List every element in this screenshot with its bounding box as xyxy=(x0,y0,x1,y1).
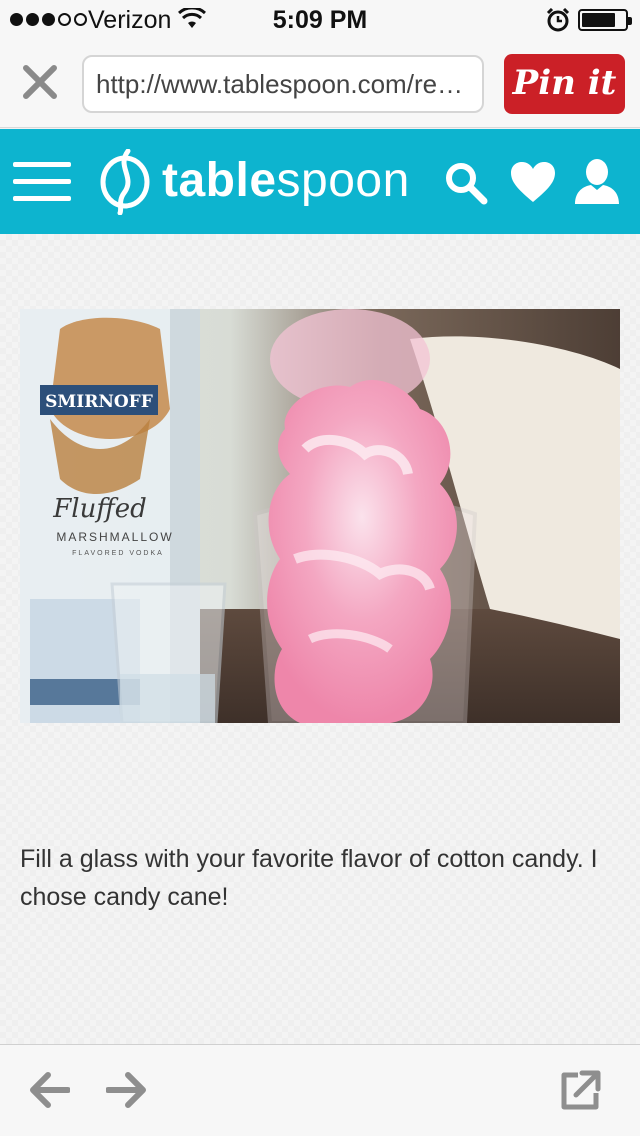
logo-text-light: spoon xyxy=(276,154,410,207)
recipe-photo: SMIRNOFF Fluffed MARSHMALLOW FLAVORED VO… xyxy=(20,309,620,723)
status-bar: Verizon 5:09 PM xyxy=(0,0,640,40)
clock: 5:09 PM xyxy=(272,6,368,34)
article-content: SMIRNOFF Fluffed MARSHMALLOW FLAVORED VO… xyxy=(0,234,640,1044)
pin-it-button[interactable]: Pin it xyxy=(504,54,625,114)
battery-icon xyxy=(578,9,632,31)
forward-arrow-icon[interactable] xyxy=(106,1072,148,1108)
site-logo[interactable]: tablespoon xyxy=(162,153,410,208)
close-icon[interactable] xyxy=(20,62,60,102)
logo-text-bold: table xyxy=(162,154,277,207)
search-icon[interactable] xyxy=(444,161,488,205)
open-external-icon[interactable] xyxy=(558,1069,602,1113)
tablespoon-logo-icon xyxy=(100,149,150,215)
bottle-line1-text: Fluffed xyxy=(52,494,147,524)
user-profile-icon[interactable] xyxy=(574,159,620,205)
browser-bottom-toolbar xyxy=(0,1044,640,1136)
site-header: tablespoon xyxy=(0,129,640,234)
url-field[interactable]: http://www.tablespoon.com/re… xyxy=(82,55,484,113)
browser-toolbar: http://www.tablespoon.com/re… Pin it xyxy=(0,40,640,128)
heart-icon[interactable] xyxy=(510,161,556,203)
back-arrow-icon[interactable] xyxy=(28,1072,70,1108)
alarm-icon xyxy=(546,8,570,32)
bottle-line2-text: MARSHMALLOW xyxy=(56,530,173,544)
cotton-candy-photo-image: SMIRNOFF Fluffed MARSHMALLOW FLAVORED VO… xyxy=(20,309,620,723)
bottle-line3-text: FLAVORED VODKA xyxy=(72,550,164,557)
recipe-step-caption: Fill a glass with your favorite flavor o… xyxy=(20,845,598,911)
bottle-brand-text: SMIRNOFF xyxy=(45,392,153,412)
hamburger-menu-icon[interactable] xyxy=(13,162,71,202)
